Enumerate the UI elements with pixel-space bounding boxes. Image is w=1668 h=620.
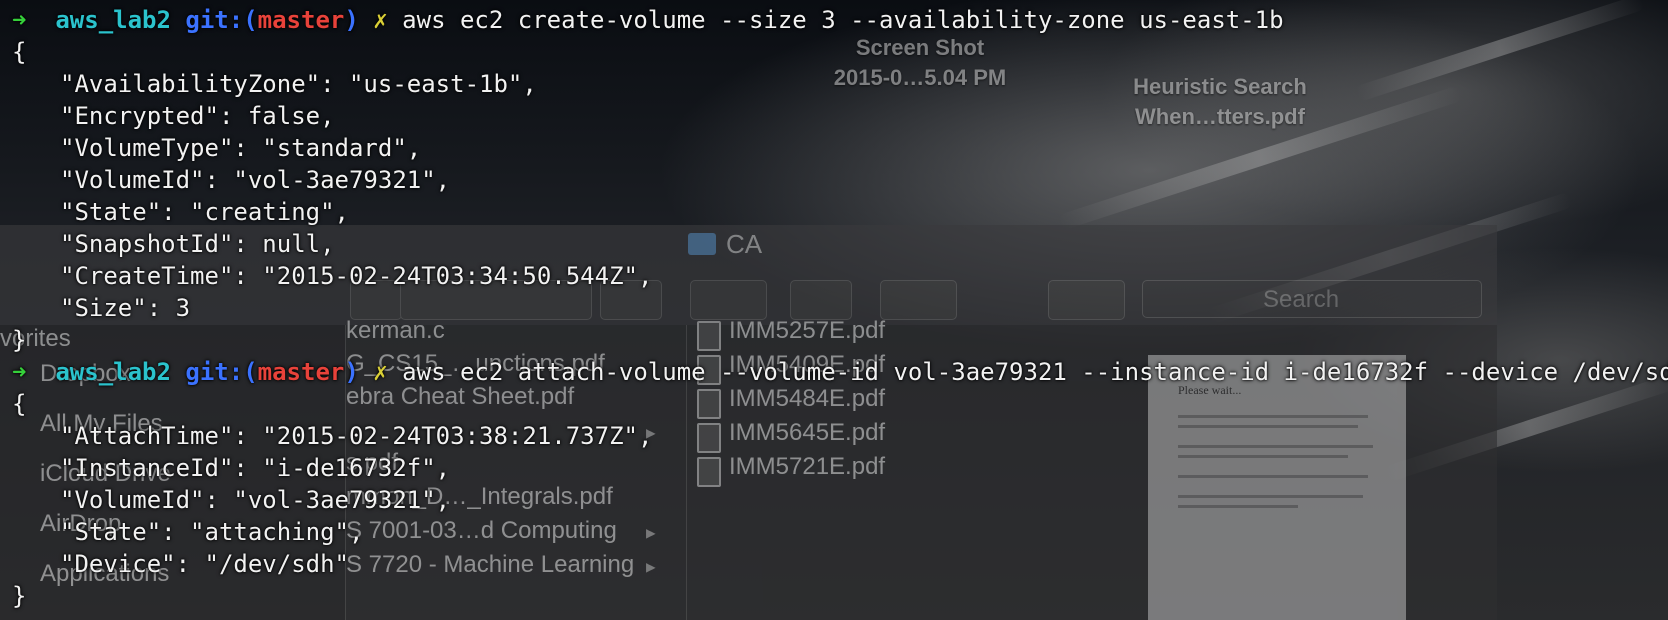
terminal-command: aws ec2 attach-volume --volume-id vol-3a…	[402, 358, 1668, 386]
terminal-output-line: "InstanceId": "i-de16732f",	[60, 454, 451, 482]
terminal-output-line: "SnapshotId": null,	[60, 230, 335, 258]
prompt-git-close: )	[344, 358, 359, 386]
prompt-git-close: )	[344, 6, 359, 34]
prompt-directory: aws_lab2	[55, 6, 171, 34]
terminal-output-line: "VolumeType": "standard",	[60, 134, 422, 162]
terminal-output-line: "State": "creating",	[60, 198, 349, 226]
terminal-output-line: {	[12, 38, 27, 66]
terminal-output-line: "Encrypted": false,	[60, 102, 335, 130]
terminal-output-line: "Device": "/dev/sdh"	[60, 550, 349, 578]
prompt-arrow-icon: ➜	[12, 358, 27, 386]
prompt-git-label: git:(	[185, 358, 258, 386]
terminal-output-line: {	[12, 390, 27, 418]
prompt-arrow-icon: ➜	[12, 6, 27, 34]
terminal-prompt-line: ➜ aws_lab2 git:(master) ✗ aws ec2 attach…	[12, 356, 1668, 388]
prompt-git-branch: master	[257, 358, 345, 386]
terminal-window[interactable]: ➜ aws_lab2 git:(master) ✗ aws ec2 create…	[0, 0, 1668, 620]
prompt-dirty-icon: ✗	[373, 358, 388, 386]
terminal-prompt-line: ➜ aws_lab2 git:(master) ✗ aws ec2 create…	[12, 4, 1668, 36]
prompt-git-branch: master	[257, 6, 345, 34]
terminal-command: aws ec2 create-volume --size 3 --availab…	[402, 6, 1284, 34]
prompt-directory: aws_lab2	[55, 358, 171, 386]
terminal-output-line: "State": "attaching",	[60, 518, 364, 546]
terminal-output-line: }	[12, 326, 27, 354]
prompt-dirty-icon: ✗	[373, 6, 388, 34]
terminal-output-line: "Size": 3	[60, 294, 191, 322]
terminal-output-line: "CreateTime": "2015-02-24T03:34:50.544Z"…	[60, 262, 653, 290]
prompt-git-label: git:(	[185, 6, 258, 34]
terminal-output-line: "AttachTime": "2015-02-24T03:38:21.737Z"…	[60, 422, 653, 450]
terminal-output-line: "VolumeId": "vol-3ae79321",	[60, 166, 451, 194]
terminal-output-line: }	[12, 582, 27, 610]
terminal-output-line: "VolumeId": "vol-3ae79321",	[60, 486, 451, 514]
terminal-output-line: "AvailabilityZone": "us-east-1b",	[60, 70, 537, 98]
